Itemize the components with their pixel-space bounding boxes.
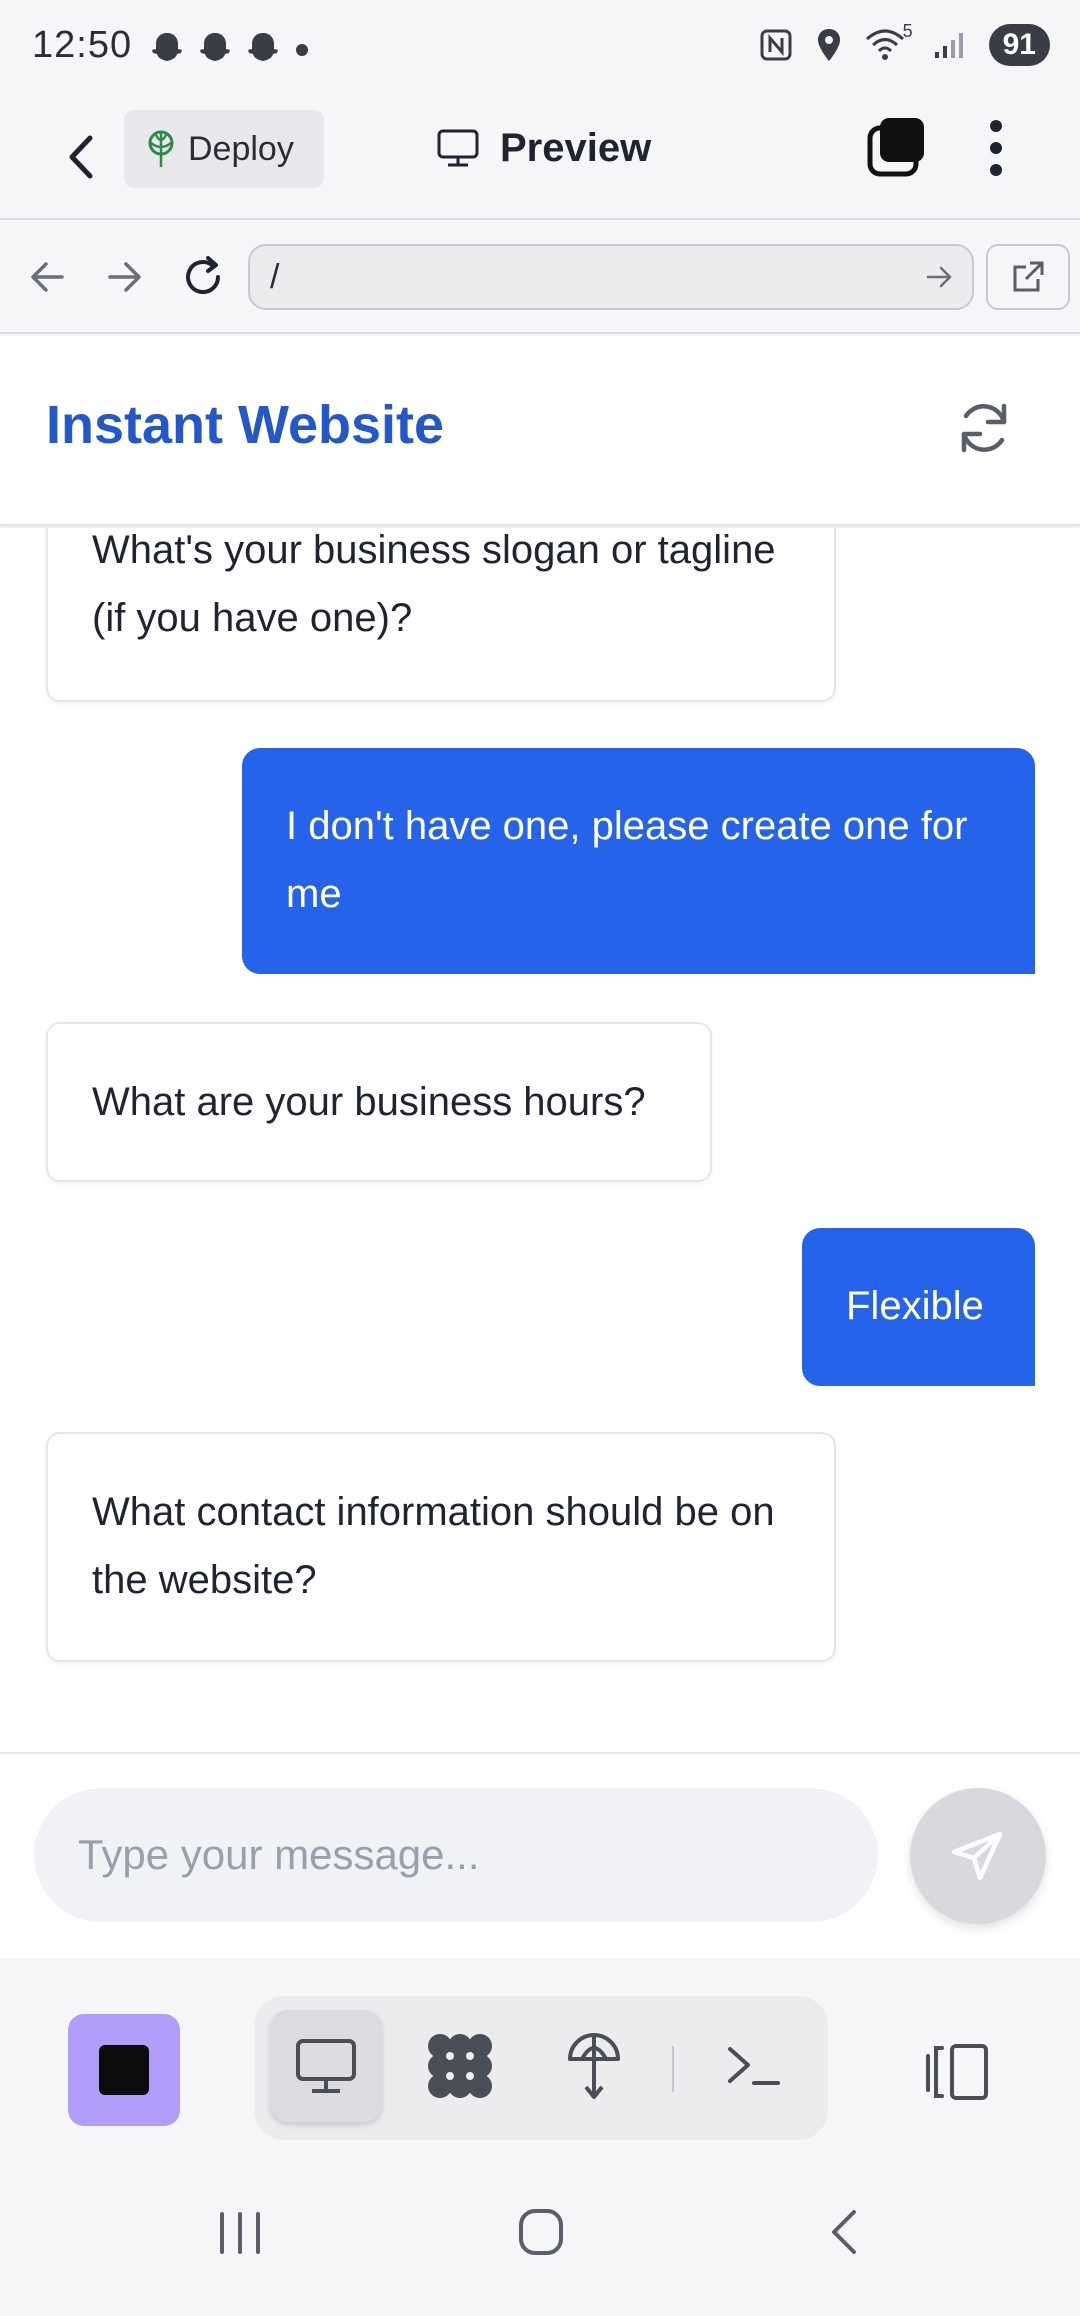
deploy-tool-button[interactable]: [538, 2010, 650, 2122]
signal-icon: [934, 33, 963, 58]
user-message: I don't have one, please create one for …: [242, 748, 1035, 974]
notification-icons: [148, 30, 312, 70]
url-text: /: [270, 258, 280, 296]
bot-message: What are your business hours?: [46, 1022, 712, 1182]
battery-level: 91: [988, 24, 1050, 66]
go-arrow-icon[interactable]: [922, 260, 956, 294]
send-button[interactable]: [910, 1788, 1046, 1924]
terminal-icon: [728, 2047, 780, 2085]
site-title: Instant Website: [46, 395, 445, 455]
browser-back-icon[interactable]: [22, 252, 72, 302]
location-icon: [817, 29, 840, 61]
monitor-icon: [437, 129, 479, 167]
preview-tab[interactable]: Preview: [436, 118, 651, 178]
app-bar: Deploy Preview: [0, 100, 1080, 220]
system-back-icon[interactable]: [824, 2208, 864, 2256]
status-bar: 12:50 5 91: [0, 0, 1080, 100]
stop-button[interactable]: [68, 2014, 180, 2126]
send-icon: [951, 1831, 1003, 1881]
bot-message: What contact information should be on th…: [46, 1432, 836, 1662]
wifi-icon: 5: [865, 21, 913, 63]
android-nav-bar: [0, 2158, 1080, 2316]
stop-icon: [99, 2045, 149, 2095]
preview-tool-button[interactable]: [270, 2010, 382, 2122]
deploy-label: Deploy: [188, 129, 294, 168]
home-icon[interactable]: [516, 2206, 566, 2258]
snapchat-icon: [248, 33, 278, 61]
snapchat-icon: [200, 33, 230, 61]
preview-label: Preview: [500, 125, 652, 170]
open-external-button[interactable]: [986, 244, 1070, 310]
refresh-chat-icon[interactable]: [952, 396, 1016, 460]
terminal-tool-button[interactable]: [698, 2010, 810, 2122]
message-composer: [0, 1752, 1080, 1958]
bottom-toolbar: [0, 1958, 1080, 2172]
more-options-button[interactable]: [978, 116, 1014, 180]
toolbar-divider: [672, 2046, 674, 2092]
external-link-icon: [1013, 261, 1044, 292]
status-time: 12:50: [32, 24, 133, 66]
apps-grid-icon: [428, 2034, 492, 2098]
recent-apps-icon[interactable]: [216, 2210, 264, 2256]
status-icons: 5 91: [759, 21, 1050, 66]
deploy-icon: [568, 2033, 620, 2099]
bot-message: What's your business slogan or tagline (…: [46, 528, 836, 702]
monitor-icon: [296, 2039, 356, 2093]
site-header: Instant Website: [0, 336, 1080, 526]
message-input[interactable]: [34, 1788, 878, 1922]
deploy-icon: [148, 130, 174, 167]
tool-switcher: [254, 1996, 828, 2140]
workspace-tool-button[interactable]: [404, 2010, 516, 2122]
snapchat-icon: [152, 33, 182, 61]
nfc-icon: [760, 29, 792, 61]
layers-button[interactable]: [866, 114, 928, 180]
browser-forward-icon[interactable]: [100, 252, 150, 302]
dot-icon: [296, 44, 308, 56]
browser-bar: /: [0, 222, 1080, 334]
reload-icon[interactable]: [178, 252, 228, 302]
user-message: Flexible: [802, 1228, 1035, 1386]
deploy-button[interactable]: Deploy: [124, 110, 324, 188]
panel-toggle-icon[interactable]: [922, 2042, 992, 2102]
chat-area: What's your business slogan or tagline (…: [0, 528, 1080, 1752]
back-button[interactable]: [56, 122, 106, 192]
url-input[interactable]: /: [248, 244, 974, 310]
